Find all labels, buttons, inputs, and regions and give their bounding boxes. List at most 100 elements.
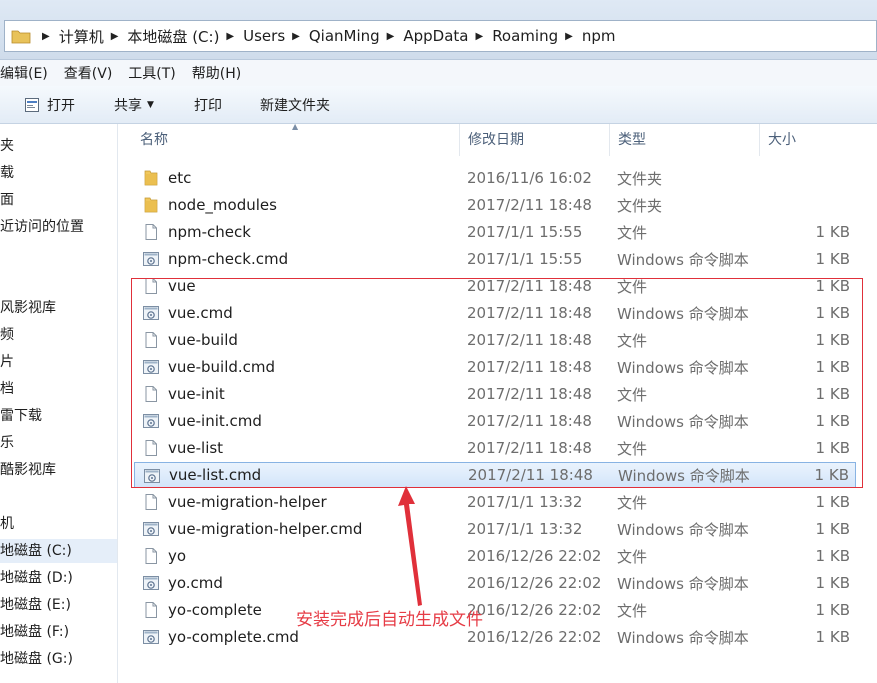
file-date: 2017/2/11 18:48 — [467, 304, 592, 322]
file-row[interactable]: node_modules 2017/2/11 18:48 文件夹 — [134, 192, 856, 218]
column-header-size[interactable]: 大小 — [760, 124, 860, 156]
chevron-right-icon[interactable]: ▶ — [475, 31, 483, 42]
breadcrumb-label: Users — [243, 27, 286, 45]
file-row[interactable]: yo.cmd 2016/12/26 22:02 Windows 命令脚本 1 KB — [134, 570, 856, 596]
file-type: Windows 命令脚本 — [617, 304, 749, 323]
file-row[interactable]: npm-check 2017/1/1 15:55 文件 1 KB — [134, 219, 856, 245]
menu-item[interactable]: 编辑(E) — [0, 63, 56, 83]
cmd-script-icon — [142, 520, 160, 538]
file-type: 文件夹 — [617, 169, 663, 188]
file-row[interactable]: vue-build.cmd 2017/2/11 18:48 Windows 命令脚本… — [134, 354, 856, 380]
file-icon — [142, 493, 160, 511]
file-row[interactable]: npm-check.cmd 2017/1/1 15:55 Windows 命令脚本 1… — [134, 246, 856, 272]
file-type: Windows 命令脚本 — [617, 412, 749, 431]
file-date: 2017/2/11 18:48 — [467, 277, 592, 295]
file-date: 2017/1/1 13:32 — [467, 493, 583, 511]
file-date: 2016/12/26 22:02 — [467, 574, 602, 592]
nav-item[interactable]: 乐 — [0, 431, 117, 455]
breadcrumb-item[interactable]: ▶ QianMing — [285, 27, 380, 45]
nav-item[interactable]: 近访问的位置 — [0, 215, 117, 239]
file-list: ▲ 名称 修改日期 类型 大小 etc 2016/11/6 16:02 文件夹 nod… — [118, 122, 877, 683]
nav-item[interactable]: 载 — [0, 161, 117, 185]
new-folder-button[interactable]: 新建文件夹 — [260, 95, 330, 115]
nav-item[interactable]: 面 — [0, 188, 117, 212]
file-row[interactable]: vue.cmd 2017/2/11 18:48 Windows 命令脚本 1 KB — [134, 300, 856, 326]
file-size: 1 KB — [815, 250, 850, 268]
breadcrumb-item[interactable]: ▶ Users — [219, 27, 285, 45]
nav-item[interactable]: 档 — [0, 377, 117, 401]
nav-item[interactable]: 地磁盘 (E:) — [0, 593, 117, 617]
column-header-type[interactable]: 类型 — [610, 124, 760, 156]
toolbar: 打开 共享 ▼ 打印 新建文件夹 — [0, 86, 877, 124]
file-row[interactable]: vue-init 2017/2/11 18:48 文件 1 KB — [134, 381, 856, 407]
breadcrumb-item[interactable]: ▶ AppData — [380, 27, 469, 45]
nav-item[interactable]: 夹 — [0, 134, 117, 158]
nav-item[interactable]: 酷影视库 — [0, 458, 117, 482]
chevron-right-icon[interactable]: ▶ — [111, 31, 119, 42]
breadcrumb-item[interactable]: ▶ 计算机 — [35, 26, 104, 47]
navigation-pane: 夹载面近访问的位置 风影视库频片档雷下载乐酷影视库机地磁盘 (C:) 地磁盘 (D:… — [0, 124, 118, 683]
file-name: yo-complete — [168, 601, 262, 619]
column-header-name[interactable]: 名称 — [132, 124, 460, 156]
nav-item[interactable]: 片 — [0, 350, 117, 374]
column-header-date[interactable]: 修改日期 — [460, 124, 610, 156]
menu-bar: 编辑(E) 查看(V) 工具(T) 帮助(H) — [0, 60, 877, 86]
file-row[interactable]: vue 2017/2/11 18:48 文件 1 KB — [134, 273, 856, 299]
nav-item[interactable]: 地磁盘 (C:) — [0, 539, 117, 563]
breadcrumb-item[interactable]: ▶ Roaming — [468, 27, 558, 45]
nav-item[interactable]: 地磁盘 (D:) — [0, 566, 117, 590]
file-icon — [142, 439, 160, 457]
file-type: 文件 — [617, 493, 648, 512]
breadcrumb-item[interactable]: ▶ 本地磁盘 (C:) — [104, 26, 220, 47]
file-name: vue-migration-helper.cmd — [168, 520, 363, 538]
nav-item[interactable]: 风影视库 — [0, 296, 117, 320]
file-row[interactable]: yo-complete.cmd 2016/12/26 22:02 Windows 命… — [134, 624, 856, 650]
chevron-right-icon[interactable]: ▶ — [226, 31, 234, 42]
file-name: vue-init.cmd — [168, 412, 262, 430]
file-size: 1 KB — [815, 574, 850, 592]
file-type: 文件 — [617, 385, 648, 404]
print-label: 打印 — [194, 97, 222, 114]
file-date: 2016/11/6 16:02 — [467, 169, 592, 187]
chevron-right-icon[interactable]: ▶ — [387, 31, 395, 42]
cmd-script-icon — [142, 358, 160, 376]
file-type: 文件 — [617, 547, 648, 566]
address-bar-area: ▶ 计算机 ▶ 本地磁盘 (C:) ▶ Users ▶ QianMing ▶ AppData ▶ Ro… — [0, 0, 877, 60]
cmd-script-icon — [143, 467, 161, 485]
file-name: vue.cmd — [168, 304, 233, 322]
open-button[interactable]: 打开 — [24, 95, 75, 115]
nav-item[interactable]: 频 — [0, 323, 117, 347]
file-size: 1 KB — [815, 331, 850, 349]
chevron-right-icon[interactable]: ▶ — [565, 31, 573, 42]
print-button[interactable]: 打印 — [194, 95, 222, 115]
nav-item[interactable]: 机 — [0, 512, 117, 536]
chevron-right-icon[interactable]: ▶ — [42, 31, 50, 42]
address-bar[interactable]: ▶ 计算机 ▶ 本地磁盘 (C:) ▶ Users ▶ QianMing ▶ AppData ▶ Ro… — [4, 20, 877, 52]
nav-item[interactable]: 地磁盘 (G:) — [0, 647, 117, 671]
file-row[interactable]: vue-migration-helper 2017/1/1 13:32 文件 1 KB — [134, 489, 856, 515]
file-name: vue-build.cmd — [168, 358, 276, 376]
file-row[interactable]: vue-migration-helper.cmd 2017/1/1 13:32 Wi… — [134, 516, 856, 542]
file-size: 1 KB — [815, 547, 850, 565]
menu-item[interactable]: 工具(T) — [120, 63, 183, 83]
file-row[interactable]: etc 2016/11/6 16:02 文件夹 — [134, 165, 856, 191]
file-row[interactable]: vue-list 2017/2/11 18:48 文件 1 KB — [134, 435, 856, 461]
chevron-right-icon[interactable]: ▶ — [292, 31, 300, 42]
share-button[interactable]: 共享 ▼ — [114, 95, 154, 115]
nav-item[interactable]: 雷下载 — [0, 404, 117, 428]
menu-item[interactable]: 帮助(H) — [184, 63, 249, 83]
file-icon — [142, 601, 160, 619]
file-name: vue-build — [168, 331, 238, 349]
file-row[interactable]: vue-list.cmd 2017/2/11 18:48 Windows 命令脚本 1… — [134, 462, 856, 488]
breadcrumb-label: 本地磁盘 (C:) — [127, 27, 220, 46]
file-icon — [142, 385, 160, 403]
menu-item[interactable]: 查看(V) — [56, 63, 121, 83]
file-row[interactable]: vue-init.cmd 2017/2/11 18:48 Windows 命令脚本 1… — [134, 408, 856, 434]
file-row[interactable]: yo-complete 2016/12/26 22:02 文件 1 KB — [134, 597, 856, 623]
file-name: vue-migration-helper — [168, 493, 327, 511]
file-row[interactable]: vue-build 2017/2/11 18:48 文件 1 KB — [134, 327, 856, 353]
nav-item[interactable]: 地磁盘 (F:) — [0, 620, 117, 644]
file-row[interactable]: yo 2016/12/26 22:02 文件 1 KB — [134, 543, 856, 569]
breadcrumb-item[interactable]: ▶ npm — [558, 27, 615, 45]
file-date: 2017/2/11 18:48 — [467, 385, 592, 403]
